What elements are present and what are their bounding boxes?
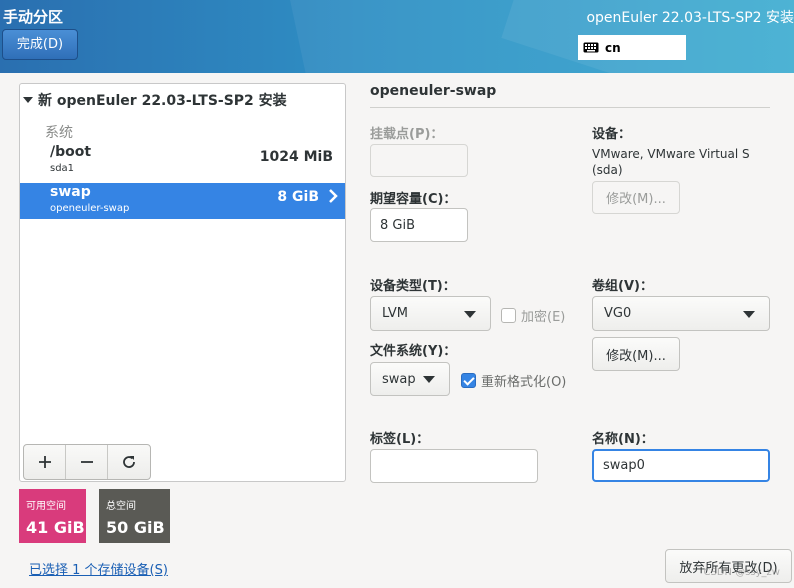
reformat-label: 重新格式化(O): [481, 375, 567, 390]
dropdown-caret-icon: [423, 376, 435, 383]
mountpoint-device: sda1: [50, 163, 75, 174]
system-group-label: 系统: [45, 125, 73, 141]
tag-label: 标签(L)：: [370, 432, 430, 447]
installation-header[interactable]: 新 openEuler 22.03-LTS-SP2 安装: [22, 90, 287, 110]
plus-icon: [38, 456, 51, 468]
detail-title: openeuler-swap: [370, 83, 497, 99]
refresh-icon: [123, 456, 135, 468]
installation-title: 新 openEuler 22.03-LTS-SP2 安装: [38, 93, 287, 109]
name-input[interactable]: swap0: [592, 449, 770, 482]
mountpoint-name: /boot: [50, 144, 92, 160]
partition-toolbar: [23, 444, 151, 480]
filesystem-label: 文件系统(Y)：: [370, 344, 457, 359]
modify-volume-group-button[interactable]: 修改(M)...: [592, 337, 680, 371]
device-type-value: LVM: [382, 306, 408, 321]
selected-storage-link[interactable]: 已选择 1 个存储设备(S): [29, 559, 168, 578]
watermark: CSDN @ssy_zw: [703, 567, 780, 578]
volume-group-value: VG0: [604, 306, 632, 321]
product-title: openEuler 22.03-LTS-SP2 安装: [586, 10, 794, 26]
mount-point-input[interactable]: [370, 144, 468, 177]
chevron-right-icon: [329, 189, 338, 203]
filesystem-value: swap: [382, 371, 416, 387]
reformat-checkbox[interactable]: 重新格式化(O): [461, 371, 566, 390]
done-button[interactable]: 完成(D): [2, 29, 78, 60]
device-type-label: 设备类型(T)：: [370, 279, 456, 294]
page-title: 手动分区: [3, 8, 64, 26]
available-space-label: 可用空间: [26, 501, 66, 512]
available-space-value: 41 GiB: [26, 518, 85, 537]
checkbox-unchecked-icon: [501, 308, 516, 323]
mountpoint-row-swap[interactable]: swap openeuler-swap 8 GiB: [20, 183, 345, 219]
refresh-button[interactable]: [108, 445, 150, 479]
add-mountpoint-button[interactable]: [24, 445, 66, 479]
mount-point-label: 挂载点(P)：: [370, 127, 444, 142]
encrypt-checkbox[interactable]: 加密(E): [501, 306, 565, 325]
device-value: VMware, VMware Virtual S (sda): [592, 147, 750, 177]
tag-input[interactable]: [370, 449, 538, 483]
expand-triangle-icon: [23, 97, 33, 103]
keyboard-layout-label: cn: [605, 40, 621, 55]
divider: [370, 107, 770, 108]
device-label: 设备：: [592, 127, 632, 142]
keyboard-layout-indicator[interactable]: cn: [578, 35, 686, 60]
mountpoint-row-boot[interactable]: /boot sda1 1024 MiB: [20, 143, 345, 179]
encrypt-label: 加密(E): [521, 310, 566, 325]
remove-mountpoint-button[interactable]: [66, 445, 108, 479]
mountpoint-list-panel: 新 openEuler 22.03-LTS-SP2 安装 系统 /boot sd…: [19, 83, 346, 482]
checkbox-checked-icon: [461, 373, 476, 388]
modify-device-button[interactable]: 修改(M)...: [592, 181, 680, 214]
dropdown-caret-icon: [464, 310, 476, 318]
total-space-badge: 总空间 50 GiB: [99, 489, 170, 543]
mountpoint-size: 1024 MiB: [259, 149, 333, 165]
mountpoint-size: 8 GiB: [277, 189, 319, 205]
volume-group-label: 卷组(V)：: [592, 279, 653, 294]
keyboard-icon: [583, 42, 599, 53]
capacity-input[interactable]: 8 GiB: [370, 208, 468, 242]
total-space-label: 总空间: [106, 501, 136, 512]
filesystem-select[interactable]: swap: [370, 362, 450, 396]
device-type-select[interactable]: LVM: [370, 296, 491, 331]
volume-group-select[interactable]: VG0: [592, 296, 770, 331]
capacity-label: 期望容量(C)：: [370, 192, 457, 207]
name-label: 名称(N)：: [592, 432, 654, 447]
total-space-value: 50 GiB: [106, 518, 165, 537]
mountpoint-name: swap: [50, 184, 91, 200]
mountpoint-device: openeuler-swap: [50, 203, 130, 214]
header-bar: 手动分区 openEuler 22.03-LTS-SP2 安装 完成(D) cn: [0, 0, 794, 73]
minus-icon: [80, 461, 93, 463]
dropdown-caret-icon: [743, 310, 755, 318]
available-space-badge: 可用空间 41 GiB: [19, 489, 86, 543]
